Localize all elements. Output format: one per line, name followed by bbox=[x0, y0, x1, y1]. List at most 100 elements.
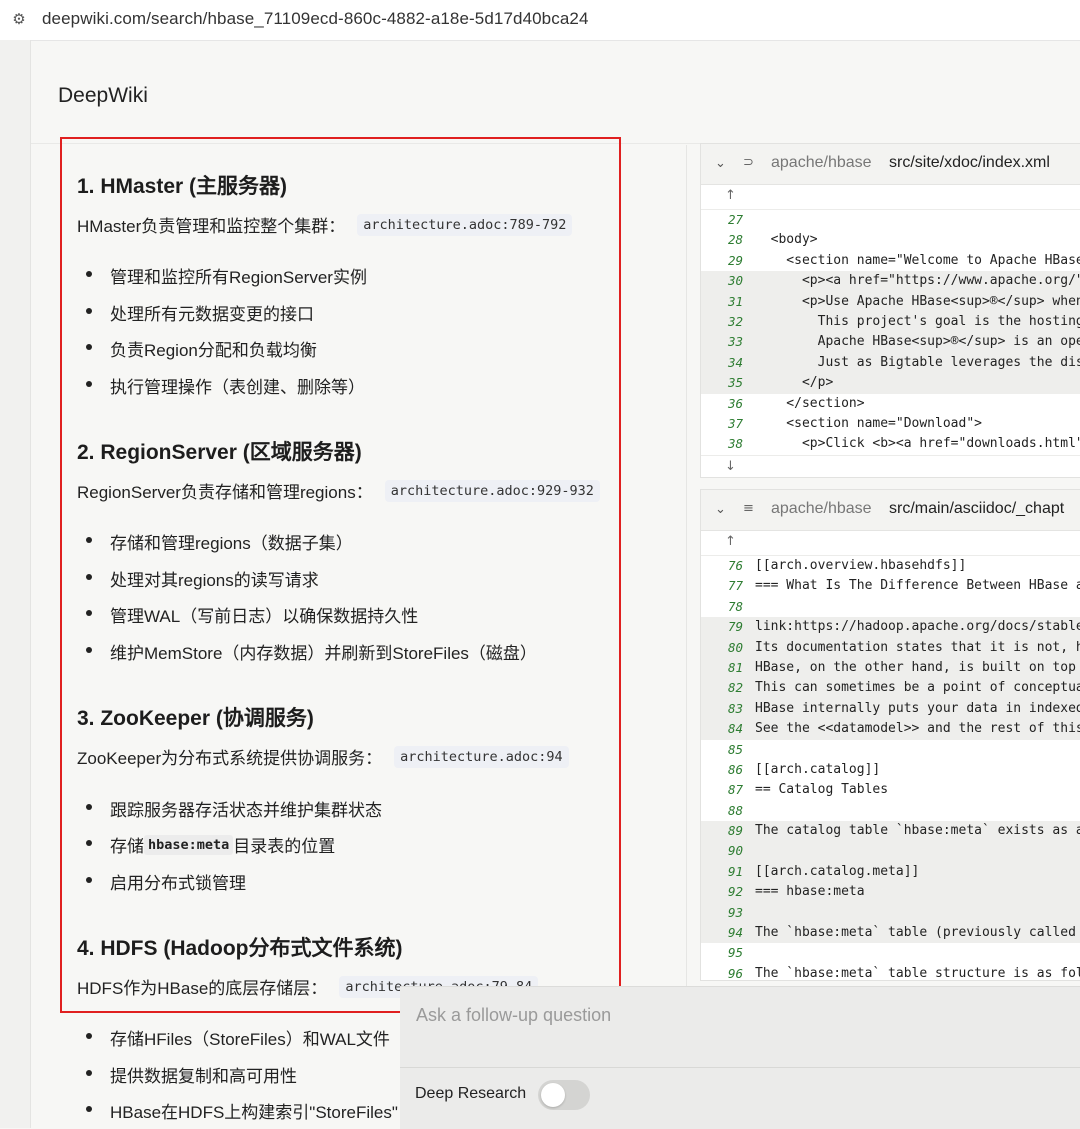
line-code: <body> bbox=[755, 232, 818, 248]
code-line: 32 This project's goal is the hosting bbox=[701, 311, 1080, 333]
code-line: 27 bbox=[701, 210, 1080, 230]
rss-icon: ⊃ bbox=[743, 155, 754, 170]
code-line: 36 </section> bbox=[701, 394, 1080, 414]
toggle-knob bbox=[541, 1083, 565, 1107]
citation-link[interactable]: architecture.adoc:94 bbox=[394, 745, 569, 768]
arrow-down-icon[interactable]: ↓ bbox=[725, 459, 736, 474]
citation-link[interactable]: architecture.adoc:789-792 bbox=[357, 213, 573, 236]
section-title: 4. HDFS (Hadoop分布式文件系统) bbox=[77, 937, 403, 960]
tune-icon[interactable]: ⚙ bbox=[10, 10, 28, 28]
code-line: 85 bbox=[701, 740, 1080, 760]
line-number: 83 bbox=[727, 700, 743, 716]
line-number: 79 bbox=[727, 619, 743, 635]
line-code: This can sometimes be a point of concept… bbox=[755, 680, 1080, 696]
brand-title[interactable]: DeepWiki bbox=[58, 84, 148, 108]
code-line: 82 This can sometimes be a point of conce… bbox=[701, 678, 1080, 699]
list-item: 负责Region分配和负载均衡 bbox=[86, 336, 317, 361]
list-item: 管理和监控所有RegionServer实例 bbox=[86, 263, 367, 288]
line-code: link:https://hadoop.apache.org/docs/stab… bbox=[755, 619, 1080, 635]
line-number: 95 bbox=[727, 945, 743, 961]
code-line: 84 See the <<datamodel>> and the rest of … bbox=[701, 719, 1080, 740]
line-number: 33 bbox=[727, 334, 743, 350]
line-number: 92 bbox=[727, 884, 743, 900]
code-line: 34 Just as Bigtable leverages the dis bbox=[701, 352, 1080, 374]
line-number: 36 bbox=[727, 395, 743, 411]
deep-research-label: Deep Research bbox=[415, 1085, 527, 1102]
line-number: 94 bbox=[727, 925, 743, 941]
code-line: 92 === hbase:meta bbox=[701, 882, 1080, 903]
code-panel-header[interactable]: ⌄ ⊃ apache/hbase src/site/xdoc/index.xml bbox=[701, 144, 1080, 185]
code-lines: 27 28 <body> 29 <section name="Welcome to … bbox=[701, 210, 1080, 455]
line-number: 93 bbox=[727, 904, 743, 920]
citation-link[interactable]: architecture.adoc:929-932 bbox=[384, 479, 600, 502]
code-line: 90 bbox=[701, 841, 1080, 862]
code-line: 88 bbox=[701, 801, 1080, 821]
line-number: 84 bbox=[727, 721, 743, 737]
followup-divider bbox=[400, 1067, 1080, 1068]
expand-up-row[interactable]: ↑ bbox=[701, 185, 1080, 210]
code-line: 96 The `hbase:meta` table structure is as… bbox=[701, 964, 1080, 981]
arrow-up-icon[interactable]: ↑ bbox=[725, 188, 736, 203]
line-code: == Catalog Tables bbox=[755, 782, 889, 798]
file-path[interactable]: src/site/xdoc/index.xml bbox=[889, 154, 1050, 172]
list-item: 提供数据复制和高可用性 bbox=[86, 1062, 297, 1087]
section-intro: RegionServer负责存储和管理regions： architecture… bbox=[77, 478, 600, 503]
section-title: 2. RegionServer (区域服务器) bbox=[77, 441, 362, 464]
repo-name[interactable]: apache/hbase bbox=[771, 154, 872, 172]
line-number: 81 bbox=[727, 659, 743, 675]
line-number: 29 bbox=[727, 252, 743, 268]
line-code: <section name="Download"> bbox=[755, 415, 982, 431]
line-code: HBase internally puts your data in index… bbox=[755, 700, 1080, 716]
line-code: The `hbase:meta` table (previously calle… bbox=[755, 925, 1080, 941]
list-item: HBase在HDFS上构建索引"StoreFiles" bbox=[86, 1098, 398, 1123]
expand-down-row[interactable]: ↓ bbox=[701, 454, 1080, 477]
line-number: 34 bbox=[727, 354, 743, 370]
list-item: 处理所有元数据变更的接口 bbox=[86, 300, 314, 325]
code-line: 81 HBase, on the other hand, is built on … bbox=[701, 657, 1080, 679]
line-number: 30 bbox=[727, 273, 743, 289]
code-line: 79 link:https://hadoop.apache.org/docs/st… bbox=[701, 617, 1080, 638]
line-number: 88 bbox=[727, 802, 743, 818]
arrow-up-icon[interactable]: ↑ bbox=[725, 534, 736, 549]
line-code: [[arch.catalog.meta]] bbox=[755, 863, 920, 879]
line-number: 86 bbox=[727, 761, 743, 777]
chevron-down-icon[interactable]: ⌄ bbox=[715, 502, 726, 517]
code-line: 83 HBase internally puts your data in ind… bbox=[701, 698, 1080, 720]
expand-up-row[interactable]: ↑ bbox=[701, 531, 1080, 556]
followup-input[interactable]: Ask a follow-up question bbox=[416, 1005, 611, 1026]
line-number: 37 bbox=[727, 415, 743, 431]
list-item: 维护MemStore（内存数据）并刷新到StoreFiles（磁盘） bbox=[86, 639, 537, 664]
code-line: 87 == Catalog Tables bbox=[701, 780, 1080, 800]
chevron-down-icon[interactable]: ⌄ bbox=[715, 156, 726, 171]
repo-name[interactable]: apache/hbase bbox=[771, 500, 872, 518]
code-panel-header[interactable]: ⌄ ≡ apache/hbase src/main/asciidoc/_chap… bbox=[701, 490, 1080, 531]
list-item-meta: 存储 hbase:meta 目录表的位置 bbox=[85, 832, 335, 857]
line-number: 27 bbox=[727, 212, 743, 227]
code-line: 76 [[arch.overview.hbasehdfs]] bbox=[701, 556, 1080, 576]
file-path[interactable]: src/main/asciidoc/_chapt bbox=[889, 500, 1064, 518]
code-line: 89 The catalog table `hbase:meta` exists … bbox=[701, 821, 1080, 842]
line-number: 85 bbox=[727, 741, 743, 757]
line-number: 78 bbox=[727, 598, 743, 614]
code-line: 30 <p><a href="https://www.apache.org/" bbox=[701, 271, 1080, 292]
line-code: HBase, on the other hand, is built on to… bbox=[755, 659, 1080, 675]
line-number: 38 bbox=[727, 436, 743, 452]
code-line: 38 <p>Click <b><a href="downloads.html" bbox=[701, 434, 1080, 454]
section-intro: ZooKeeper为分布式系统提供协调服务： architecture.adoc… bbox=[77, 744, 569, 769]
address-bar[interactable]: ⚙ deepwiki.com/search/hbase_71109ecd-860… bbox=[0, 0, 1080, 41]
code-line: 94 The `hbase:meta` table (previously cal… bbox=[701, 923, 1080, 944]
line-number: 31 bbox=[727, 293, 743, 309]
list-item: 管理WAL（写前日志）以确保数据持久性 bbox=[85, 602, 418, 627]
section-title: 3. ZooKeeper (协调服务) bbox=[77, 707, 314, 730]
url-text[interactable]: deepwiki.com/search/hbase_71109ecd-860c-… bbox=[42, 9, 589, 29]
code-line: 35 </p> bbox=[701, 373, 1080, 394]
section-intro: HMaster负责管理和监控整个集群： architecture.adoc:78… bbox=[77, 212, 573, 237]
inline-code: hbase:meta bbox=[144, 834, 234, 855]
left-sidebar-strip bbox=[0, 40, 31, 1128]
list-item: 执行管理操作（表创建、删除等） bbox=[86, 373, 365, 398]
line-code: The `hbase:meta` table structure is as f… bbox=[755, 965, 1080, 981]
deep-research-toggle[interactable] bbox=[538, 1080, 590, 1110]
line-number: 35 bbox=[727, 375, 743, 391]
code-line: 93 bbox=[701, 902, 1080, 924]
line-code: Its documentation states that it is not,… bbox=[755, 639, 1080, 655]
